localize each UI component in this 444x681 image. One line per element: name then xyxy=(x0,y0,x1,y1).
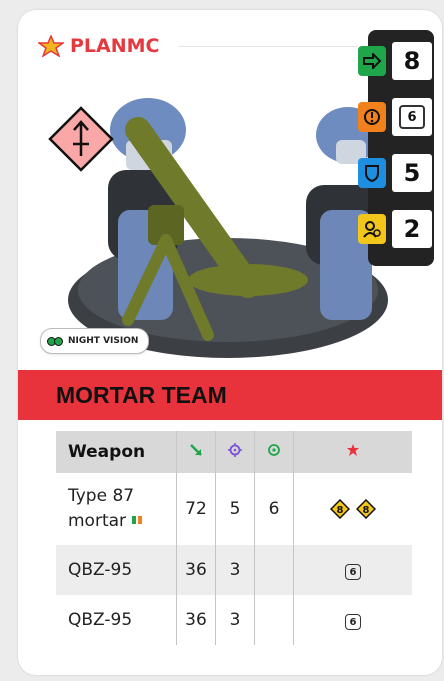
stats-panel: 8 6 5 2 xyxy=(358,30,434,266)
night-vision-badge: NIGHT VISION xyxy=(40,328,150,354)
special-value-1: 8 xyxy=(337,505,344,516)
faction-name: PLANMC xyxy=(70,35,160,57)
unit-card: PLANMC 8 6 5 2 NIGHT VISION MORTAR TEAM … xyxy=(18,10,442,675)
move-value: 8 xyxy=(392,42,432,80)
special-column-header xyxy=(293,431,412,473)
defense-dice: 6 xyxy=(399,105,425,129)
special-icon xyxy=(347,444,359,456)
weapons-table: Weapon Type 87 mortar 72 5 6 8 8 QBZ-95 … xyxy=(56,431,412,645)
weapon-attacks: 3 xyxy=(215,545,255,595)
special-diamond-icon: 8 xyxy=(330,498,351,520)
header-divider xyxy=(178,46,358,47)
weapons-table-header: Weapon xyxy=(56,431,412,473)
command-icon xyxy=(358,214,386,244)
skill-icon xyxy=(268,444,280,456)
weapon-range: 36 xyxy=(176,595,216,645)
skill-column-header xyxy=(254,431,294,473)
weapon-range: 36 xyxy=(176,545,216,595)
weapon-column-header: Weapon xyxy=(56,431,177,473)
faction-header: PLANMC xyxy=(38,35,160,57)
weapon-name-cell: QBZ-95 xyxy=(68,609,133,630)
command-value: 2 xyxy=(392,210,432,248)
weapon-skill: 6 xyxy=(254,473,294,545)
weapon-skill xyxy=(254,545,294,595)
indirect-fire-icon xyxy=(132,516,143,524)
weapon-row: QBZ-95 36 3 6 xyxy=(56,595,412,645)
weapon-special: 6 xyxy=(293,595,412,645)
weapon-name-cell: QBZ-95 xyxy=(56,545,177,595)
night-vision-label: NIGHT VISION xyxy=(68,336,139,346)
attacks-icon xyxy=(228,443,242,457)
weapon-special: 6 xyxy=(293,545,412,595)
defense-value-box: 6 xyxy=(392,98,432,136)
weapon-skill xyxy=(254,595,294,645)
weapon-attacks: 3 xyxy=(215,595,255,645)
stat-command: 2 xyxy=(358,210,434,248)
stat-move: 8 xyxy=(358,42,434,80)
attacks-column-header xyxy=(215,431,255,473)
weapon-special: 8 8 xyxy=(293,473,412,545)
stat-armor: 5 xyxy=(358,154,434,192)
weapon-range: 72 xyxy=(176,473,216,545)
range-column-header xyxy=(176,431,216,473)
armor-value: 5 xyxy=(392,154,432,192)
unit-name: MORTAR TEAM xyxy=(56,382,227,408)
unit-name-banner: MORTAR TEAM xyxy=(18,370,442,420)
special-die: 6 xyxy=(345,614,361,631)
shield-icon xyxy=(358,158,386,188)
faction-star-icon xyxy=(38,35,64,57)
special-die: 6 xyxy=(345,564,361,581)
unit-type-marker-icon xyxy=(48,106,114,172)
weapon-name-line2: mortar xyxy=(68,511,127,531)
night-vision-icon xyxy=(47,336,63,346)
move-arrow-icon xyxy=(358,46,386,76)
stat-defense: 6 xyxy=(358,98,434,136)
special-diamond-icon: 8 xyxy=(355,498,376,520)
weapon-row: Type 87 mortar 72 5 6 8 8 xyxy=(56,473,412,545)
special-value-2: 8 xyxy=(362,505,369,516)
weapon-row: QBZ-95 36 3 6 xyxy=(56,545,412,595)
weapon-name-cell: Type 87 mortar xyxy=(56,473,177,545)
weapon-name-line1: Type 87 xyxy=(68,486,135,506)
range-icon xyxy=(190,444,202,456)
weapon-attacks: 5 xyxy=(215,473,255,545)
defense-icon xyxy=(358,102,386,132)
